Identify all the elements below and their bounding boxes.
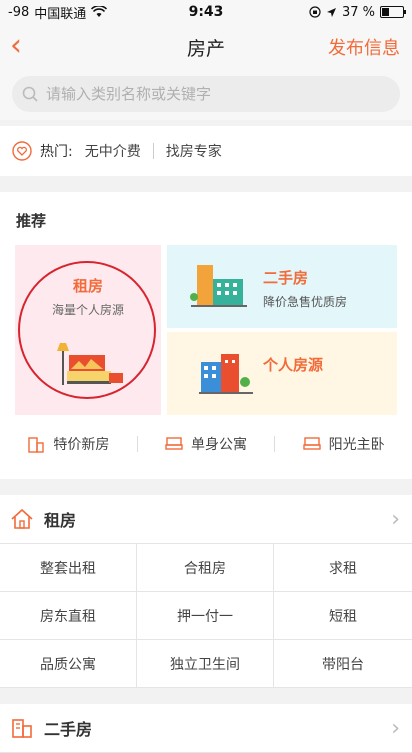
- status-bar: -98 中国联通 9:43 37 %: [0, 0, 412, 24]
- rent-section: 租房 › 整套出租 合租房 求租 房东直租 押一付一 短租 品质公寓 独立卫生间…: [0, 495, 412, 688]
- category-cell[interactable]: 押一付一: [137, 592, 274, 640]
- rent-card-title: 租房: [72, 277, 103, 295]
- rent-section-header[interactable]: 租房 ›: [0, 495, 412, 544]
- category-cell[interactable]: 带阳台: [274, 640, 412, 688]
- location-arrow-icon: [326, 7, 336, 17]
- heart-icon: [12, 141, 32, 161]
- page-title: 房产: [186, 37, 225, 60]
- second-hand-title: 二手房: [263, 269, 309, 287]
- search-box[interactable]: [12, 76, 400, 112]
- rent-section-title: 租房: [44, 511, 77, 530]
- hot-label: 热门:: [40, 144, 73, 160]
- second-hand-section: 二手房 ›: [0, 704, 412, 753]
- battery-percent: 37 %: [341, 4, 375, 20]
- quick-links: 特价新房 单身公寓 阳光主卧: [0, 415, 412, 473]
- search-icon: [22, 86, 38, 102]
- personal-listing-title: 个人房源: [263, 356, 324, 374]
- recommend-title: 推荐: [16, 212, 47, 230]
- link-label: 单身公寓: [191, 437, 247, 453]
- category-cell[interactable]: 求租: [274, 544, 412, 592]
- back-button[interactable]: ‹: [10, 31, 22, 61]
- hot-item-house-expert[interactable]: 找房专家: [154, 141, 234, 161]
- battery-icon: [380, 6, 406, 18]
- bed-icon: [165, 437, 183, 450]
- hot-item-no-agent-fee[interactable]: 无中介费: [73, 141, 153, 161]
- apartment-illustration: [199, 354, 253, 394]
- building-icon: [12, 719, 32, 738]
- second-hand-card[interactable]: 二手房 降价急售优质房: [167, 245, 397, 328]
- category-cell[interactable]: 整套出租: [0, 544, 137, 592]
- link-sunny-master-room[interactable]: 阳光主卧: [275, 434, 412, 454]
- wifi-icon: [91, 6, 108, 17]
- bed-lamp-illustration: [57, 343, 123, 385]
- recommend-section: 推荐 租房 海量个人房源 二手房 降价急售优质房 个人房源 特价新房 单身公寓 …: [0, 192, 412, 479]
- bed-icon: [302, 437, 321, 450]
- chevron-right-icon: ›: [391, 715, 400, 741]
- nav-bar: ‹ 房产 发布信息: [0, 24, 412, 70]
- signal-strength: -98: [8, 4, 30, 20]
- category-cell[interactable]: 短租: [274, 592, 412, 640]
- category-cell[interactable]: 品质公寓: [0, 640, 137, 688]
- second-hand-section-title: 二手房: [44, 720, 93, 739]
- orientation-lock-icon: [309, 6, 321, 18]
- link-label: 阳光主卧: [328, 437, 385, 453]
- building-icon: [28, 437, 45, 453]
- link-single-apartment[interactable]: 单身公寓: [138, 434, 275, 454]
- rent-card[interactable]: 租房 海量个人房源: [15, 245, 161, 415]
- category-cell[interactable]: 独立卫生间: [137, 640, 274, 688]
- buildings-illustration: [190, 265, 247, 307]
- link-label: 特价新房: [53, 437, 110, 453]
- category-cell[interactable]: 合租房: [137, 544, 274, 592]
- clock: 9:43: [188, 4, 224, 20]
- category-cell[interactable]: 房东直租: [0, 592, 137, 640]
- rent-card-subtitle: 海量个人房源: [51, 303, 124, 317]
- publish-button[interactable]: 发布信息: [328, 34, 400, 60]
- chevron-right-icon: ›: [391, 506, 400, 532]
- second-hand-subtitle: 降价急售优质房: [263, 295, 348, 309]
- search-area: [0, 70, 412, 120]
- personal-listing-card[interactable]: 个人房源: [167, 332, 397, 415]
- house-icon: [11, 508, 33, 529]
- carrier-name: 中国联通: [34, 6, 87, 22]
- search-input[interactable]: [44, 84, 378, 104]
- rent-category-grid: 整套出租 合租房 求租 房东直租 押一付一 短租 品质公寓 独立卫生间 带阳台: [0, 544, 412, 688]
- second-hand-section-header[interactable]: 二手房 ›: [0, 704, 412, 753]
- hot-bar: 热门: 无中介费 找房专家: [0, 126, 412, 176]
- link-discount-new-homes[interactable]: 特价新房: [0, 434, 137, 454]
